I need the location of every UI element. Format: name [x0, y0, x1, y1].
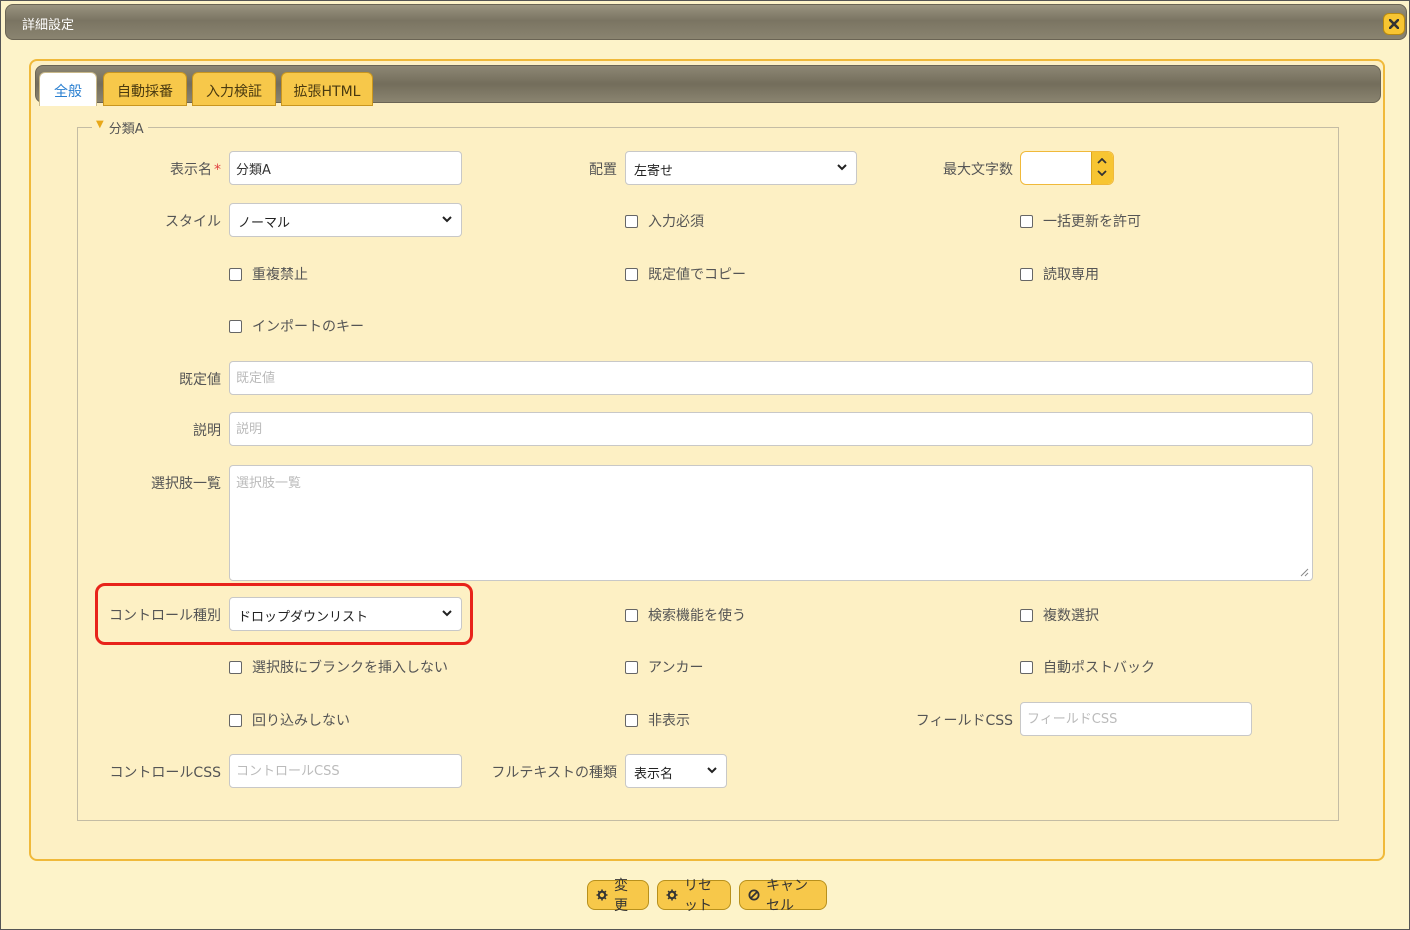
- cancel-button-label: キャンセル: [766, 878, 808, 914]
- bulk-update-checkbox[interactable]: 一括更新を許可: [1020, 211, 1141, 231]
- hidden-checkbox[interactable]: 非表示: [625, 710, 690, 730]
- max-length-input[interactable]: [1021, 152, 1091, 184]
- collapse-triangle-icon: ▼: [96, 119, 104, 130]
- import-key-checkbox[interactable]: インポートのキー: [229, 316, 364, 336]
- description-label: 説明: [193, 423, 221, 439]
- choices-label: 選択肢一覧: [151, 476, 221, 492]
- multiple-select-checkbox[interactable]: 複数選択: [1020, 605, 1099, 625]
- max-length-label: 最大文字数: [943, 162, 1013, 178]
- control-css-label: コントロールCSS: [109, 765, 221, 781]
- tab-bar: 全般 自動採番 入力検証 拡張HTML: [35, 65, 1381, 106]
- import-key-checkbox-label: インポートのキー: [252, 319, 364, 335]
- alignment-select-value: 左寄せ: [634, 164, 674, 179]
- checkbox-box[interactable]: [1020, 608, 1033, 622]
- multiple-select-checkbox-label: 複数選択: [1043, 608, 1099, 624]
- read-only-checkbox[interactable]: 読取専用: [1020, 264, 1099, 284]
- checkbox-box[interactable]: [625, 214, 638, 228]
- checkbox-box[interactable]: [625, 660, 638, 674]
- no-wrap-checkbox-label: 回り込みしない: [252, 713, 350, 729]
- tab-auto-numbering[interactable]: 自動採番: [103, 72, 187, 106]
- read-only-checkbox-label: 読取専用: [1043, 267, 1099, 283]
- checkbox-box[interactable]: [625, 608, 638, 622]
- checkbox-box[interactable]: [229, 319, 242, 333]
- close-icon: [1389, 19, 1399, 29]
- cancel-icon: [748, 889, 760, 901]
- style-label: スタイル: [165, 214, 221, 230]
- copy-by-default-checkbox-label: 既定値でコピー: [648, 267, 746, 283]
- no-duplicates-checkbox[interactable]: 重複禁止: [229, 264, 308, 284]
- dialog-title: 詳細設定: [22, 18, 75, 33]
- display-name-label-text: 表示名: [170, 162, 212, 178]
- change-button[interactable]: 変更: [587, 878, 649, 914]
- display-name-input[interactable]: [229, 151, 462, 185]
- style-select[interactable]: ノーマル: [229, 203, 462, 237]
- copy-by-default-checkbox[interactable]: 既定値でコピー: [625, 264, 746, 284]
- gear-icon: [666, 889, 678, 901]
- dialog-titlebar[interactable]: 詳細設定: [5, 4, 1407, 40]
- tab-general[interactable]: 全般: [39, 72, 97, 106]
- chevron-down-icon: [707, 767, 717, 774]
- chevron-down-icon: [442, 216, 452, 223]
- section-legend[interactable]: ▼ 分類A: [92, 118, 148, 137]
- description-input[interactable]: [229, 412, 1313, 446]
- alignment-label: 配置: [589, 162, 617, 178]
- spinner-buttons: [1091, 152, 1113, 184]
- highlight-annotation: [95, 583, 473, 645]
- required-checkbox-label: 入力必須: [648, 214, 704, 230]
- section-legend-label: 分類A: [108, 122, 144, 137]
- required-checkbox[interactable]: 入力必須: [625, 211, 704, 231]
- chevron-down-icon: [837, 164, 847, 171]
- checkbox-box[interactable]: [229, 660, 242, 674]
- use-search-checkbox[interactable]: 検索機能を使う: [625, 605, 746, 625]
- style-select-value: ノーマル: [238, 216, 291, 231]
- anchor-checkbox[interactable]: アンカー: [625, 657, 703, 677]
- hidden-checkbox-label: 非表示: [648, 713, 690, 729]
- required-mark: *: [214, 162, 221, 178]
- no-blank-choice-checkbox[interactable]: 選択肢にブランクを挿入しない: [229, 657, 448, 677]
- max-length-spinner[interactable]: [1020, 151, 1114, 185]
- resize-handle-icon[interactable]: [1299, 567, 1309, 577]
- checkbox-box[interactable]: [625, 267, 638, 281]
- no-blank-choice-checkbox-label: 選択肢にブランクを挿入しない: [252, 660, 448, 676]
- control-css-input[interactable]: [229, 754, 462, 788]
- detail-settings-dialog: 詳細設定 全般 自動採番 入力検証 拡張HTML ▼ 分類A 表示名* 配置 左…: [0, 0, 1410, 930]
- checkbox-box[interactable]: [229, 713, 242, 727]
- default-value-label: 既定値: [179, 372, 221, 388]
- checkbox-box[interactable]: [625, 713, 638, 727]
- auto-postback-checkbox[interactable]: 自動ポストバック: [1020, 657, 1155, 677]
- spin-up-icon[interactable]: [1097, 158, 1107, 164]
- field-css-label: フィールドCSS: [915, 713, 1013, 729]
- alignment-select[interactable]: 左寄せ: [625, 151, 857, 185]
- checkbox-box[interactable]: [229, 267, 242, 281]
- checkbox-box[interactable]: [1020, 660, 1033, 674]
- spin-down-icon[interactable]: [1097, 170, 1107, 176]
- fulltext-type-select[interactable]: 表示名: [625, 754, 727, 788]
- no-wrap-checkbox[interactable]: 回り込みしない: [229, 710, 350, 730]
- gear-icon: [596, 889, 608, 901]
- choices-textarea[interactable]: [229, 465, 1313, 581]
- tab-extended-html[interactable]: 拡張HTML: [281, 72, 373, 106]
- use-search-checkbox-label: 検索機能を使う: [648, 608, 746, 624]
- reset-button-label: リセット: [684, 878, 712, 914]
- bulk-update-checkbox-label: 一括更新を許可: [1043, 214, 1141, 230]
- anchor-checkbox-label: アンカー: [648, 660, 704, 676]
- fulltext-type-label: フルテキストの種類: [491, 765, 617, 781]
- fulltext-type-select-value: 表示名: [634, 767, 674, 782]
- auto-postback-checkbox-label: 自動ポストバック: [1043, 660, 1155, 676]
- checkbox-box[interactable]: [1020, 214, 1033, 228]
- default-value-input[interactable]: [229, 361, 1313, 395]
- change-button-label: 変更: [614, 878, 628, 914]
- checkbox-box[interactable]: [1020, 267, 1033, 281]
- no-duplicates-checkbox-label: 重複禁止: [252, 267, 308, 283]
- field-css-input[interactable]: [1020, 702, 1252, 736]
- tab-input-validation[interactable]: 入力検証: [192, 72, 276, 106]
- reset-button[interactable]: リセット: [657, 878, 731, 914]
- close-button[interactable]: [1383, 13, 1405, 35]
- display-name-label: 表示名 *: [121, 159, 221, 179]
- cancel-button[interactable]: キャンセル: [739, 878, 827, 914]
